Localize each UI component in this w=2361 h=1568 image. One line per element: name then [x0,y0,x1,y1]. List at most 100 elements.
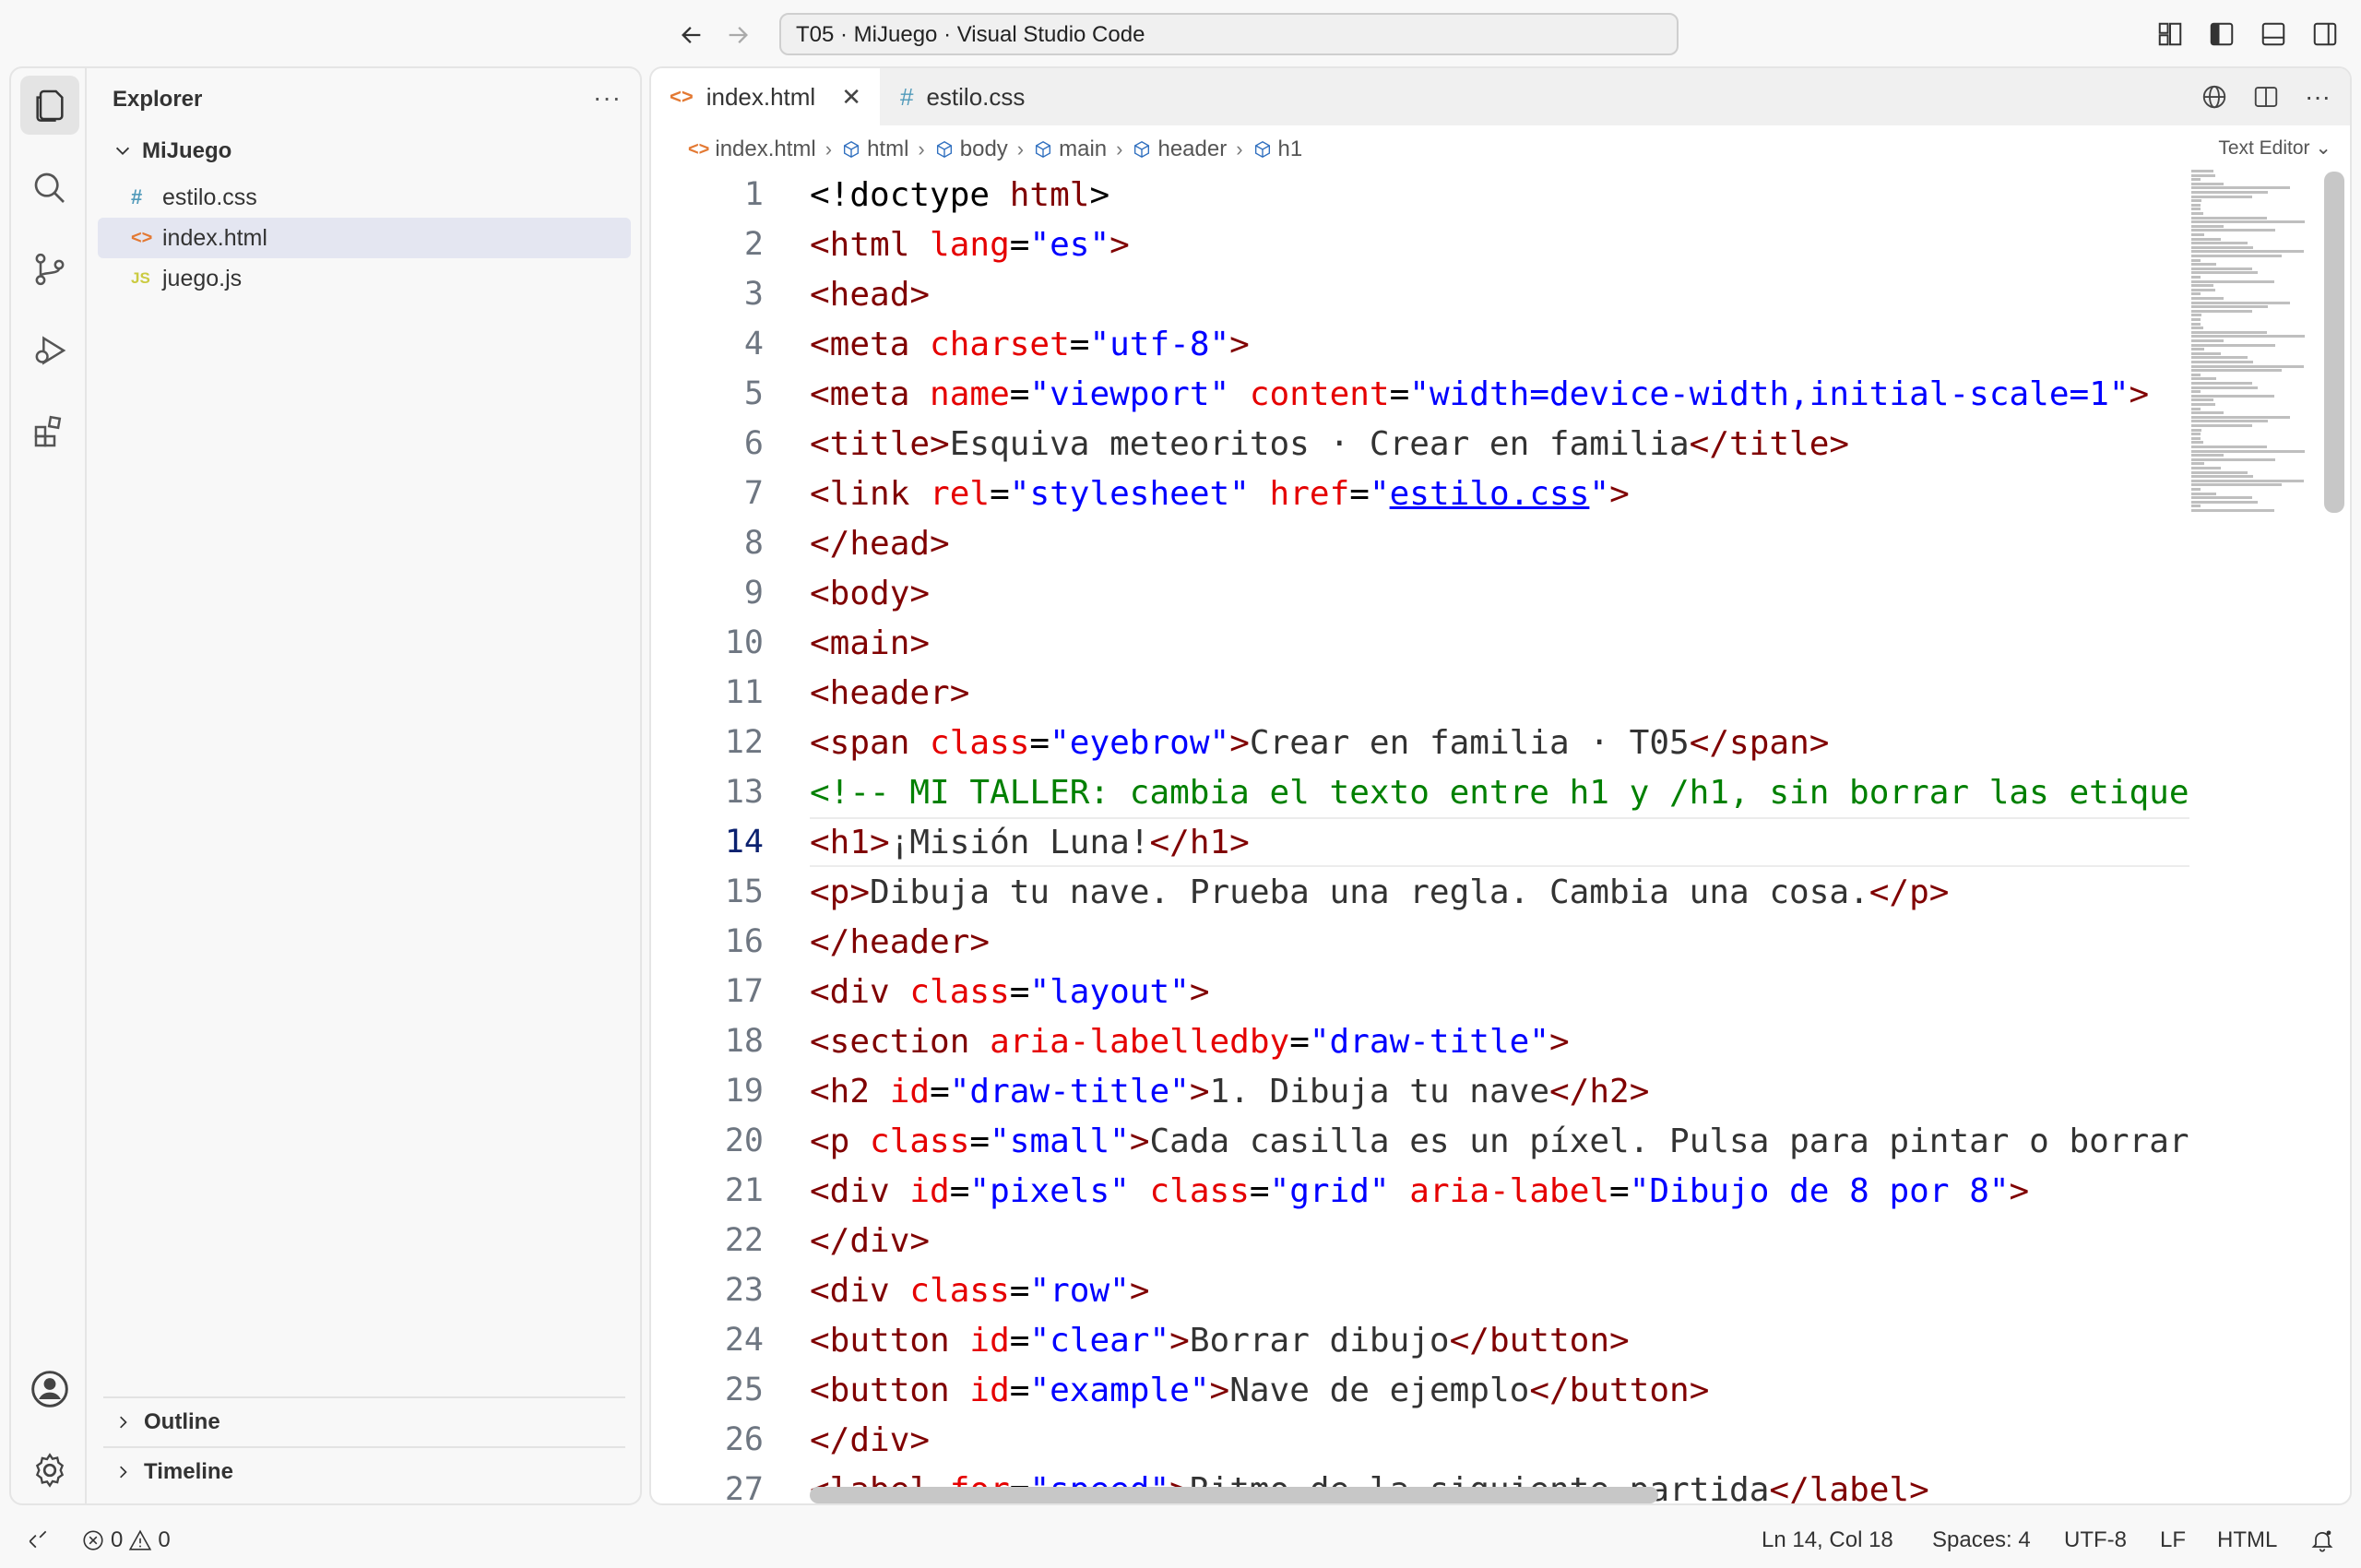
code-text: <meta name="viewport" content="width=dev… [810,374,2150,413]
code-text: <title>Esquiva meteoritos · Crear en fam… [810,424,1850,463]
minimap-line [2191,182,2225,185]
breadcrumb-item[interactable]: h1 [1252,137,1302,162]
minimap-line [2191,351,2221,355]
breadcrumb-item[interactable]: header [1132,137,1227,162]
minimap-line [2191,258,2201,262]
code-line[interactable]: 12 <span class="eyebrow">Crear en familia… [651,718,2189,767]
close-icon[interactable]: ✕ [841,83,861,112]
customize-layout-icon[interactable] [2153,17,2188,52]
settings-gear-icon[interactable] [20,1441,79,1500]
minimap-line [2191,420,2269,423]
split-editor-icon[interactable] [2248,79,2284,114]
cursor-position[interactable]: Ln 14, Col 18 [1762,1527,1893,1553]
code-line[interactable]: 9 <body> [651,568,2189,618]
explorer-icon[interactable] [20,76,79,135]
code-text: </div> [810,1221,931,1260]
code-line[interactable]: 14 <h1>¡Misión Luna!</h1> [651,817,2189,867]
minimap-line [2191,279,2274,283]
warning-icon [129,1529,152,1550]
extensions-icon[interactable] [20,402,79,461]
code-line[interactable]: 26 </div> [651,1415,2189,1465]
code-line[interactable]: 15 <p>Dibuja tu nave. Prueba una regla. C… [651,867,2189,917]
problems-indicator[interactable]: 0 0 [81,1527,171,1553]
js-file-icon: JS [131,269,150,287]
code-line[interactable]: 21 <div id="pixels" class="grid" aria-lab… [651,1166,2189,1216]
timeline-label: Timeline [144,1459,233,1484]
code-line[interactable]: 25 <button id="example">Nave de ejemplo</… [651,1365,2189,1415]
code-line[interactable]: 3 <head> [651,269,2189,319]
toggle-panel-icon[interactable] [2256,17,2291,52]
code-line[interactable]: 6 <title>Esquiva meteoritos · Crear en fa… [651,419,2189,469]
code-line[interactable]: 2 <html lang="es"> [651,220,2189,269]
more-actions-icon[interactable]: ··· [2300,79,2335,114]
horizontal-scrollbar[interactable] [810,1487,1658,1503]
minimap-line [2191,327,2203,330]
toggle-secondary-sidebar-icon[interactable] [2308,17,2343,52]
file-item-juego-js[interactable]: JS juego.js [98,258,631,299]
code-text: <div id="pixels" class="grid" aria-label… [810,1171,2030,1210]
notifications-bell-icon[interactable] [2309,1527,2335,1553]
file-label: juego.js [162,265,243,291]
code-line[interactable]: 16 </header> [651,917,2189,967]
minimap-line [2191,500,2258,504]
timeline-section[interactable]: Timeline [103,1446,625,1496]
line-number: 9 [743,575,764,612]
minimap-line [2191,250,2304,254]
tab-index-html[interactable]: <> index.html ✕ [651,68,880,125]
minimap-line [2191,394,2274,398]
code-line[interactable]: 8 </head> [651,518,2189,568]
breadcrumb-item[interactable]: body [934,137,1008,162]
code-line[interactable]: 10 <main> [651,618,2189,668]
toggle-sidebar-icon[interactable] [2204,17,2239,52]
breadcrumb-item[interactable]: <> index.html [688,137,816,162]
language-mode[interactable]: HTML [2217,1527,2277,1553]
indentation[interactable]: Spaces: 4 [1932,1527,2031,1553]
breadcrumb-item[interactable]: html [841,137,908,162]
code-line[interactable]: 20 <p class="small">Cada casilla es un pí… [651,1116,2189,1166]
file-item-index-html[interactable]: <> index.html [98,218,631,258]
folder-mijuego[interactable]: MiJuego [113,138,231,164]
globe-preview-icon[interactable] [2197,79,2232,114]
code-text: </div> [810,1420,931,1459]
source-control-icon[interactable] [20,240,79,299]
end-of-line[interactable]: LF [2160,1527,2186,1553]
outline-section[interactable]: Outline [103,1396,625,1446]
code-line[interactable]: 22 </div> [651,1216,2189,1265]
run-debug-icon[interactable] [20,321,79,380]
line-number: 17 [724,973,764,1010]
code-line[interactable]: 18 <section aria-labelledby="draw-title"> [651,1016,2189,1066]
code-line[interactable]: 13 <!-- MI TALLER: cambia el texto entre … [651,767,2189,817]
code-editor[interactable]: 1 <!doctype html> 2 <html lang="es"> 3 <head>… [651,170,2189,1503]
remote-indicator-icon[interactable] [26,1527,50,1551]
code-line[interactable]: 7 <link rel="stylesheet" href="estilo.css… [651,469,2189,518]
editor-mode-dropdown[interactable]: Text Editor ⌄ [2218,137,2331,160]
forward-arrow-icon[interactable] [719,17,756,53]
title-bar: T05 · MiJuego · Visual Studio Code [0,0,2361,66]
code-line[interactable]: 23 <div class="row"> [651,1265,2189,1315]
code-line[interactable]: 24 <button id="clear">Borrar dibujo</butt… [651,1315,2189,1365]
tab-estilo-css[interactable]: # estilo.css [882,68,1043,125]
vertical-scrollbar[interactable] [2324,172,2344,513]
encoding[interactable]: UTF-8 [2064,1527,2127,1553]
more-actions-icon[interactable]: ··· [593,83,622,113]
line-number: 5 [743,375,764,412]
sash-handle[interactable]: ⋮ [642,775,660,797]
code-line[interactable]: 4 <meta charset="utf-8"> [651,319,2189,369]
code-line[interactable]: 5 <meta name="viewport" content="width=de… [651,369,2189,419]
code-line[interactable]: 1 <!doctype html> [651,170,2189,220]
search-icon[interactable] [20,159,79,218]
minimap-line [2191,441,2203,445]
breadcrumb-item[interactable]: main [1033,137,1107,162]
minimap-line [2191,276,2201,279]
code-line[interactable]: 11 <header> [651,668,2189,718]
code-line[interactable]: 17 <div class="layout"> [651,967,2189,1016]
minimap[interactable] [2191,170,2331,520]
minimap-line [2191,267,2252,270]
command-center[interactable]: T05 · MiJuego · Visual Studio Code [779,13,1679,55]
file-item-estilo-css[interactable]: # estilo.css [98,177,631,218]
back-arrow-icon[interactable] [673,17,710,53]
code-line[interactable]: 19 <h2 id="draw-title">1. Dibuja tu nave<… [651,1066,2189,1116]
line-number: 12 [724,724,764,761]
accounts-icon[interactable] [20,1360,79,1419]
minimap-line [2191,318,2201,321]
